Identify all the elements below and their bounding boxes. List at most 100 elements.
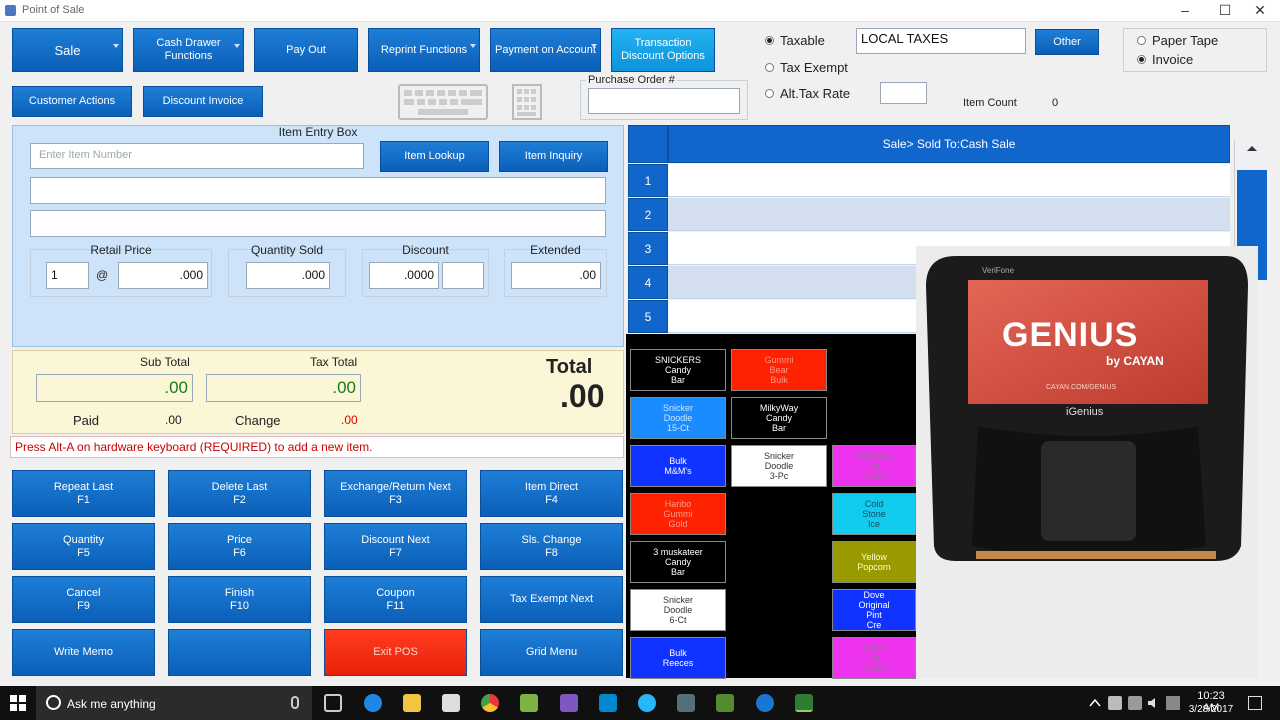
write-memo-button[interactable]: Write Memo bbox=[12, 629, 155, 676]
paper-tape-radio[interactable]: Paper Tape bbox=[1137, 33, 1218, 48]
quick-item-label: Gummi Bear Bulk bbox=[764, 355, 794, 385]
task-view-icon[interactable] bbox=[324, 694, 342, 712]
quick-item-button[interactable]: Snicker Doodle 3-Pc bbox=[731, 445, 827, 487]
repeat-last-button[interactable]: Repeat Last F1 bbox=[12, 470, 155, 517]
item-description-field[interactable] bbox=[30, 177, 606, 204]
quick-item-button[interactable]: Pop's Ice Cream bbox=[832, 637, 916, 679]
extended-field[interactable]: .00 bbox=[511, 262, 601, 289]
battery-icon[interactable] bbox=[1128, 696, 1142, 710]
taxable-radio[interactable]: Taxable bbox=[765, 33, 825, 48]
grid-row-number[interactable]: 3 bbox=[628, 232, 668, 265]
quick-item-button[interactable]: Snicker Doodle 6-Ct bbox=[630, 589, 726, 631]
scroll-up-icon[interactable] bbox=[1247, 146, 1257, 151]
customer-actions-button[interactable]: Customer Actions bbox=[12, 86, 132, 117]
pay-out-button[interactable]: Pay Out bbox=[254, 28, 358, 72]
item-number-input[interactable]: Enter Item Number bbox=[30, 143, 364, 169]
help-icon[interactable] bbox=[756, 694, 774, 712]
minimize-icon[interactable]: – bbox=[1170, 2, 1200, 18]
grid-row-number[interactable]: 5 bbox=[628, 300, 668, 333]
keyboard-icon[interactable] bbox=[398, 84, 488, 120]
quick-item-button[interactable]: Bulk Reeces bbox=[630, 637, 726, 679]
visual-studio-icon[interactable] bbox=[560, 694, 578, 712]
tax-exempt-next-button[interactable]: Tax Exempt Next bbox=[480, 576, 623, 623]
discount-invoice-button[interactable]: Discount Invoice bbox=[143, 86, 263, 117]
close-icon[interactable]: ✕ bbox=[1245, 2, 1275, 19]
table-row[interactable] bbox=[668, 198, 1230, 231]
quantity-button[interactable]: Quantity F5 bbox=[12, 523, 155, 570]
language-icon[interactable] bbox=[1166, 696, 1180, 710]
item-inquiry-button[interactable]: Item Inquiry bbox=[499, 141, 608, 172]
notifications-icon[interactable] bbox=[1248, 696, 1262, 710]
store-icon[interactable] bbox=[442, 694, 460, 712]
quick-item-button[interactable]: Haribo Gummi Gold bbox=[630, 493, 726, 535]
chrome-icon[interactable] bbox=[481, 694, 499, 712]
pos-app-icon[interactable] bbox=[795, 694, 813, 712]
alt-tax-rate-radio[interactable]: Alt.Tax Rate bbox=[765, 86, 850, 101]
file-explorer-icon[interactable] bbox=[403, 694, 421, 712]
sls-change-button[interactable]: Sls. Change F8 bbox=[480, 523, 623, 570]
item-lookup-button[interactable]: Item Lookup bbox=[380, 141, 489, 172]
purchase-order-input[interactable] bbox=[588, 88, 740, 114]
maximize-icon[interactable]: ☐ bbox=[1210, 2, 1240, 19]
table-row[interactable] bbox=[668, 164, 1230, 197]
item-direct-button[interactable]: Item Direct F4 bbox=[480, 470, 623, 517]
alt-tax-rate-input[interactable] bbox=[880, 82, 927, 104]
tax-exempt-radio[interactable]: Tax Exempt bbox=[765, 60, 848, 75]
discount-next-button[interactable]: Discount Next F7 bbox=[324, 523, 467, 570]
discount-field[interactable]: .0000 bbox=[369, 262, 439, 289]
blank-function-button[interactable] bbox=[168, 629, 311, 676]
other-tax-button[interactable]: Other bbox=[1035, 29, 1099, 55]
invoice-radio[interactable]: Invoice bbox=[1137, 52, 1193, 67]
quick-item-button[interactable]: Astronaut Ice Cream bbox=[832, 445, 916, 487]
app-icon[interactable] bbox=[599, 694, 617, 712]
app-icon[interactable] bbox=[716, 694, 734, 712]
network-icon[interactable] bbox=[1108, 696, 1122, 710]
exit-pos-button[interactable]: Exit POS bbox=[324, 629, 467, 676]
price-button[interactable]: Price F6 bbox=[168, 523, 311, 570]
delete-last-button[interactable]: Delete Last F2 bbox=[168, 470, 311, 517]
windows-start-icon[interactable] bbox=[10, 695, 26, 711]
quick-item-button[interactable]: Cold Stone Ice bbox=[832, 493, 916, 535]
reprint-functions-button[interactable]: Reprint Functions bbox=[368, 28, 480, 72]
cancel-button[interactable]: Cancel F9 bbox=[12, 576, 155, 623]
grid-menu-button[interactable]: Grid Menu bbox=[480, 629, 623, 676]
cash-drawer-button[interactable]: Cash Drawer Functions bbox=[133, 28, 244, 72]
item-notes-field[interactable] bbox=[30, 210, 606, 237]
discount-type-field[interactable] bbox=[442, 262, 484, 289]
retail-qty-field[interactable]: 1 bbox=[46, 262, 89, 289]
edge-icon[interactable] bbox=[364, 694, 382, 712]
chevron-up-icon[interactable] bbox=[1088, 696, 1102, 710]
grid-row-number[interactable]: 1 bbox=[628, 164, 668, 197]
grid-row-number[interactable]: 4 bbox=[628, 266, 668, 299]
quick-item-button[interactable]: Yellow Popcorn bbox=[832, 541, 916, 583]
quick-item-button[interactable]: MilkyWay Candy Bar bbox=[731, 397, 827, 439]
payment-on-account-button[interactable]: Payment on Account bbox=[490, 28, 601, 72]
quick-item-button[interactable]: 3 muskateer Candy Bar bbox=[630, 541, 726, 583]
app-icon[interactable] bbox=[677, 694, 695, 712]
alt-tax-rate-label: Alt.Tax Rate bbox=[780, 86, 851, 101]
quick-item-button[interactable]: SNICKERS Candy Bar bbox=[630, 349, 726, 391]
taskbar: Ask me anything 10:23 AM 3/28/2017 bbox=[0, 686, 1280, 720]
sale-button[interactable]: Sale bbox=[12, 28, 123, 72]
quick-item-label: MilkyWay Candy Bar bbox=[759, 403, 799, 433]
quick-item-button[interactable]: Snicker Doodle 15-Ct bbox=[630, 397, 726, 439]
exchange-return-button[interactable]: Exchange/Return Next F3 bbox=[324, 470, 467, 517]
window-title: Point of Sale bbox=[22, 4, 85, 16]
coupon-button[interactable]: Coupon F11 bbox=[324, 576, 467, 623]
retail-price-field[interactable]: .000 bbox=[118, 262, 208, 289]
quick-item-button[interactable]: Gummi Bear Bulk bbox=[731, 349, 827, 391]
quantity-sold-field[interactable]: .000 bbox=[246, 262, 330, 289]
search-box[interactable]: Ask me anything bbox=[36, 686, 312, 720]
grid-row-number[interactable]: 2 bbox=[628, 198, 668, 231]
microphone-icon[interactable] bbox=[291, 696, 299, 709]
keypad-icon[interactable] bbox=[512, 84, 542, 120]
app-icon[interactable] bbox=[520, 694, 538, 712]
finish-button[interactable]: Finish F10 bbox=[168, 576, 311, 623]
local-taxes-field[interactable]: LOCAL TAXES bbox=[856, 28, 1026, 54]
app-icon[interactable] bbox=[638, 694, 656, 712]
quick-item-button[interactable]: Bulk M&M's bbox=[630, 445, 726, 487]
quick-item-button[interactable]: Dove Original Pint Cre bbox=[832, 589, 916, 631]
transaction-discount-button[interactable]: Transaction Discount Options bbox=[611, 28, 715, 72]
clock-date[interactable]: 3/28/2017 bbox=[1188, 704, 1234, 715]
volume-icon[interactable] bbox=[1146, 696, 1160, 710]
